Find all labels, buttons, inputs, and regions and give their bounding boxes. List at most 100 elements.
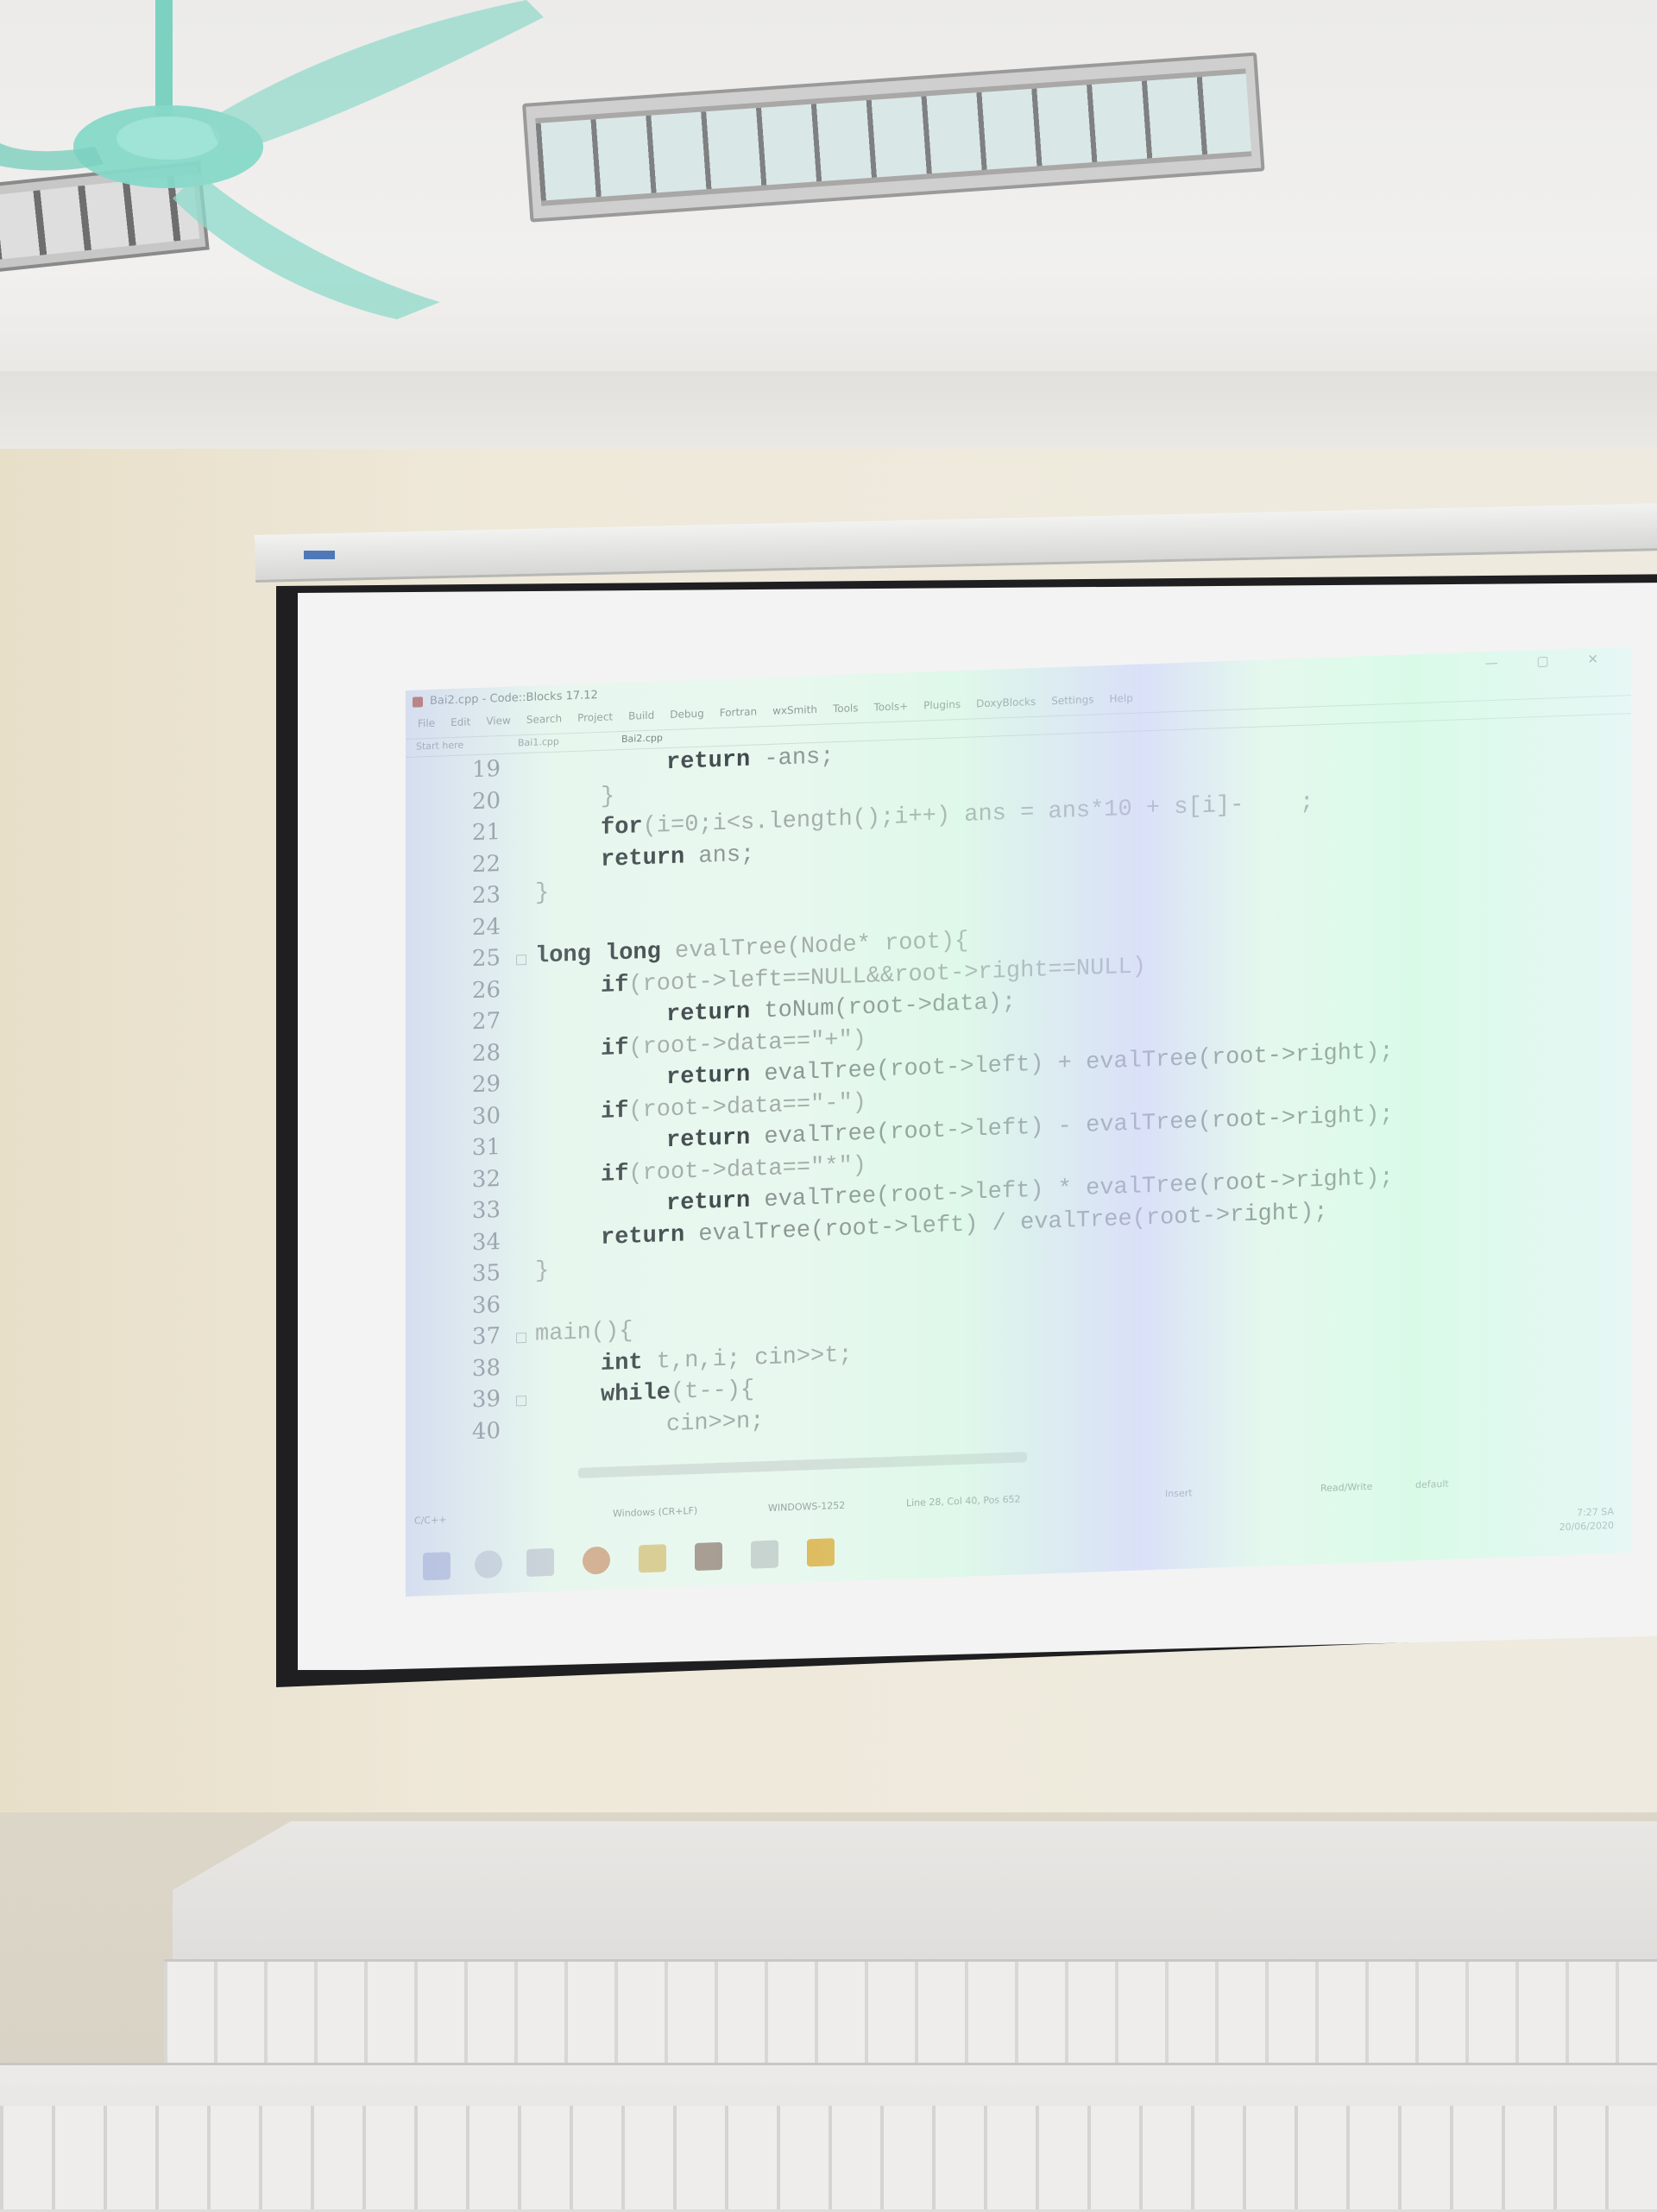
ceiling-fan (0, 0, 544, 319)
status-language: C/C++ (414, 1514, 447, 1527)
menu-item[interactable]: Debug (670, 704, 703, 724)
menu-item[interactable]: View (486, 711, 510, 731)
code-text: (root->data=="*") (628, 1152, 866, 1188)
code-text: } (601, 783, 615, 810)
code-text: ans; (684, 841, 755, 870)
screen-brand-tag (304, 551, 335, 559)
status-access: Read/Write (1320, 1480, 1373, 1495)
status-mode: Insert (1165, 1487, 1193, 1500)
projected-ide: Bai2.cpp - Code::Blocks 17.12 — ▢ ✕ File… (406, 646, 1631, 1597)
code-text: t,n,i; cin>>t; (642, 1341, 853, 1376)
menu-item[interactable]: Project (577, 707, 613, 727)
code-keyword: return (601, 1221, 685, 1251)
line-number: 23 (471, 882, 501, 910)
code-keyword: return (666, 1125, 751, 1155)
code-text: (i=0;i<s.length();i++) ans = ans*10 + s[… (642, 790, 1314, 841)
tab-bai1[interactable]: Bai1.cpp (518, 736, 559, 749)
system-tray: 7:27 SA 20/06/2020 (1559, 1505, 1614, 1535)
line-number: 29 (471, 1071, 501, 1099)
code-text: -ans; (750, 744, 835, 773)
file-explorer-icon[interactable] (639, 1544, 666, 1573)
fold-marker[interactable] (516, 1332, 526, 1344)
menu-item[interactable]: Edit (450, 712, 470, 732)
code-line: cin>>n; (666, 1408, 764, 1438)
status-encoding: WINDOWS-1252 (768, 1499, 846, 1514)
code-text: (root->data=="+") (628, 1026, 866, 1062)
app-icon[interactable] (751, 1540, 778, 1569)
line-number: 21 (471, 819, 501, 847)
codeblocks-taskbar-icon[interactable] (695, 1541, 722, 1572)
code-text: toNum(root->data); (750, 989, 1017, 1025)
stage-lower-front (0, 2106, 1657, 2209)
line-number: 37 (471, 1323, 501, 1351)
line-number: 30 (471, 1102, 501, 1130)
ceiling-edge (0, 371, 1657, 449)
code-keyword: return (666, 1062, 751, 1092)
code-line: return ans; (601, 841, 754, 873)
code-line: if(root->data=="*") (601, 1152, 866, 1188)
menu-item[interactable]: File (418, 714, 435, 734)
window-controls[interactable]: — ▢ ✕ (1485, 651, 1616, 671)
line-number: 38 (471, 1354, 501, 1382)
line-number: 27 (471, 1008, 501, 1036)
code-line: int t,n,i; cin>>t; (601, 1342, 853, 1377)
status-profile: default (1415, 1478, 1449, 1491)
code-line: if(root->data=="+") (601, 1026, 866, 1062)
code-line: } (601, 784, 614, 810)
line-number: 26 (471, 976, 501, 1004)
status-eol: Windows (CR+LF) (613, 1504, 698, 1520)
menu-item[interactable]: DoxyBlocks (976, 692, 1036, 713)
code-line: } (535, 1258, 549, 1285)
menu-item[interactable]: Tools (833, 698, 859, 718)
fold-marker[interactable] (516, 1395, 526, 1407)
line-number: 32 (471, 1165, 501, 1193)
line-number: 28 (471, 1039, 501, 1067)
code-line: } (535, 880, 549, 907)
menu-item[interactable]: Plugins (923, 695, 961, 715)
line-number: 20 (471, 787, 501, 815)
line-number: 22 (471, 850, 501, 878)
code-keyword: if (601, 1098, 629, 1125)
code-keyword: while (601, 1380, 671, 1408)
tab-start-here[interactable]: Start here (416, 740, 463, 753)
menu-item[interactable]: Tools+ (874, 696, 909, 716)
menu-item[interactable]: Search (526, 709, 562, 729)
code-line: if(root->data=="-") (601, 1089, 866, 1125)
code-keyword: if (601, 972, 629, 999)
chrome-icon[interactable] (583, 1546, 610, 1575)
code-text: main(){ (535, 1318, 633, 1348)
tab-bai2[interactable]: Bai2.cpp (621, 732, 663, 745)
code-keyword: return (601, 843, 685, 873)
search-icon[interactable] (475, 1549, 502, 1579)
code-keyword: if (601, 1161, 629, 1188)
codeblocks-icon (413, 696, 423, 708)
line-number: 19 (471, 756, 501, 784)
menu-item[interactable]: Settings (1051, 690, 1093, 710)
line-number: 25 (471, 945, 501, 973)
menu-item[interactable]: Build (628, 706, 654, 726)
code-keyword: int (601, 1349, 643, 1377)
code-text: cin>>n; (666, 1408, 765, 1438)
code-line: return toNum(root->data); (666, 990, 1016, 1028)
fold-marker[interactable] (516, 954, 526, 966)
code-line: for(i=0;i<s.length();i++) ans = ans*10 +… (601, 790, 1314, 841)
code-text: (t--){ (671, 1377, 755, 1407)
code-keyword: for (601, 814, 643, 841)
clock-date: 20/06/2020 (1559, 1519, 1614, 1534)
task-view-icon[interactable] (526, 1547, 554, 1577)
code-keyword: if (601, 1035, 629, 1062)
line-number: 35 (471, 1260, 501, 1288)
code-text: } (535, 880, 550, 907)
menu-item[interactable]: Fortran (720, 702, 757, 722)
window-title: Bai2.cpp - Code::Blocks 17.12 (430, 689, 598, 708)
code-line: return -ans; (666, 744, 834, 776)
status-position: Line 28, Col 40, Pos 652 (906, 1493, 1021, 1509)
code-editor[interactable]: 19 return -ans; 20} 21 for(i=0;i<s.length();… (406, 714, 1631, 1500)
menu-item[interactable]: wxSmith (772, 700, 817, 721)
menu-item[interactable]: Help (1109, 689, 1132, 709)
code-line: while(t--){ (601, 1377, 754, 1408)
line-number: 34 (471, 1228, 501, 1256)
pinned-app-icon[interactable] (807, 1538, 835, 1567)
start-icon[interactable] (423, 1552, 450, 1581)
code-keyword: return (666, 747, 751, 777)
